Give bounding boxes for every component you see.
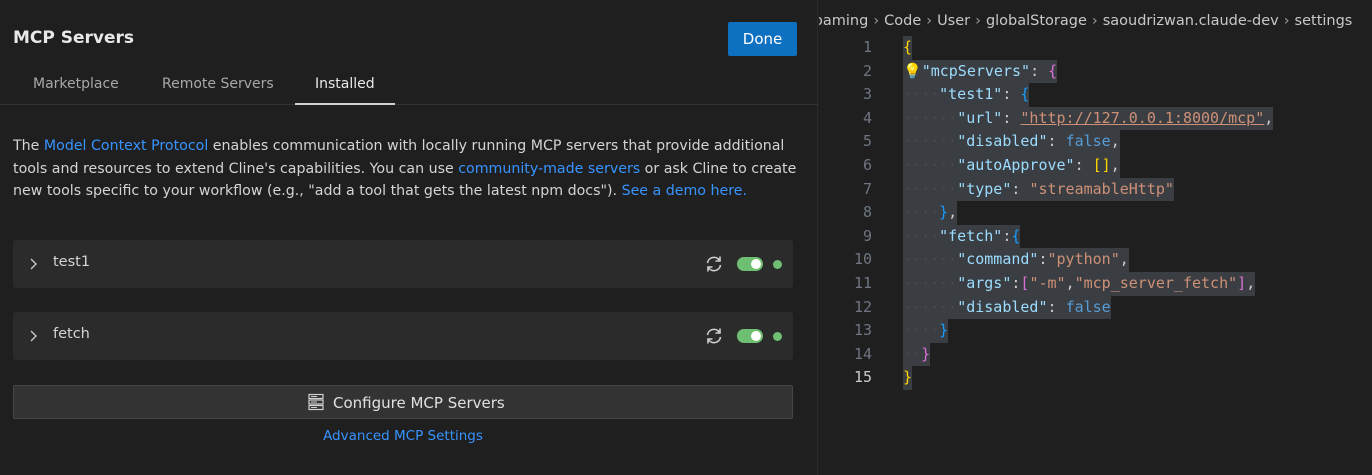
server-name: test1: [53, 254, 91, 270]
breadcrumb-item[interactable]: User: [937, 13, 970, 29]
server-row-fetch[interactable]: fetch: [13, 312, 793, 360]
mcp-servers-panel: MCP Servers Done Marketplace Remote Serv…: [0, 0, 818, 475]
code-text: ··}: [903, 342, 931, 367]
line-number: 3: [862, 85, 872, 104]
lightbulb-icon[interactable]: 💡: [903, 62, 922, 80]
line-number: 4: [862, 108, 872, 127]
chevron-right-icon: ›: [975, 13, 981, 29]
refresh-icon[interactable]: [703, 325, 725, 347]
chevron-right-icon: ›: [873, 13, 880, 29]
code-text: ····}: [903, 319, 949, 343]
description-text: The: [13, 138, 44, 154]
code-text: ······"url": "http://127.0.0.1:8000/mcp"…: [903, 106, 1274, 131]
breadcrumb-item[interactable]: oaming: [819, 13, 868, 29]
chevron-right-icon[interactable]: [27, 325, 41, 347]
tab-marketplace[interactable]: Marketplace: [33, 76, 119, 105]
chevron-right-icon: ›: [1283, 13, 1290, 29]
line-number: 14: [853, 344, 872, 363]
code-text: ····"fetch":{: [903, 224, 1021, 249]
code-text: ····},: [903, 201, 958, 225]
line-number: 15: [853, 368, 872, 387]
code-text: ······"command":"python",: [903, 248, 1129, 272]
community-servers-link[interactable]: community-made servers: [458, 161, 640, 177]
line-number: 9: [862, 226, 872, 245]
tab-remote-servers[interactable]: Remote Servers: [162, 76, 274, 105]
demo-link[interactable]: See a demo here.: [622, 183, 747, 199]
code-text: ······"type": "streamableHttp": [903, 177, 1174, 202]
code-text: 💡"mcpServers": {: [903, 59, 1058, 84]
code-text: {: [903, 36, 913, 60]
model-context-protocol-link[interactable]: Model Context Protocol: [44, 138, 208, 154]
refresh-icon[interactable]: [703, 253, 725, 275]
chevron-right-icon[interactable]: [27, 253, 41, 275]
toggle-knob: [751, 259, 761, 269]
chevron-right-icon: ›: [926, 13, 933, 29]
line-number: 5: [862, 132, 872, 151]
line-number: 7: [862, 179, 872, 198]
breadcrumb-item[interactable]: Code: [884, 13, 921, 29]
line-number: 11: [853, 273, 872, 292]
server-enable-toggle[interactable]: [737, 257, 763, 271]
configure-mcp-servers-button[interactable]: Configure MCP Servers: [13, 385, 793, 419]
line-number: 8: [862, 203, 872, 222]
code-text: ······"disabled": false,: [903, 130, 1120, 154]
advanced-mcp-settings-link[interactable]: Advanced MCP Settings: [0, 428, 806, 444]
description: The Model Context Protocol enables commu…: [13, 135, 803, 203]
toggle-knob: [751, 331, 761, 341]
code-text: ······"disabled": false: [903, 295, 1111, 320]
code-text: ······"args":["-m","mcp_server_fetch"],: [903, 271, 1256, 296]
code-text: ····"test1": {: [903, 83, 1030, 107]
status-dot: [773, 260, 782, 269]
line-number: 6: [862, 155, 872, 174]
tab-installed[interactable]: Installed: [295, 76, 395, 105]
server-row-test1[interactable]: test1: [13, 240, 793, 288]
breadcrumb-item[interactable]: saoudrizwan.claude-dev: [1103, 13, 1279, 29]
line-number: 13: [853, 321, 872, 340]
server-icon: [308, 393, 324, 411]
page-title: MCP Servers: [13, 28, 135, 48]
server-name: fetch: [53, 326, 90, 342]
configure-label: Configure MCP Servers: [333, 394, 505, 412]
line-number: 2: [862, 61, 872, 80]
chevron-right-icon: ›: [1091, 13, 1098, 29]
status-dot: [773, 332, 782, 341]
breadcrumb-item[interactable]: settings: [1295, 13, 1353, 29]
code-text: }: [903, 366, 913, 390]
done-button[interactable]: Done: [728, 22, 797, 56]
tab-bar: Marketplace Remote Servers Installed: [0, 70, 818, 105]
line-number: 12: [853, 297, 872, 316]
code-text: ······"autoApprove": [],: [903, 153, 1120, 178]
server-enable-toggle[interactable]: [737, 329, 763, 343]
line-number: 1: [862, 38, 872, 56]
line-number: 10: [853, 250, 872, 269]
breadcrumb-item[interactable]: globalStorage: [986, 13, 1087, 29]
code-editor[interactable]: oaming › Code › User › globalStorage › saoudrizw…: [819, 0, 1372, 475]
breadcrumb: oaming › Code › User › globalStorage › saoudrizw…: [819, 13, 1352, 29]
